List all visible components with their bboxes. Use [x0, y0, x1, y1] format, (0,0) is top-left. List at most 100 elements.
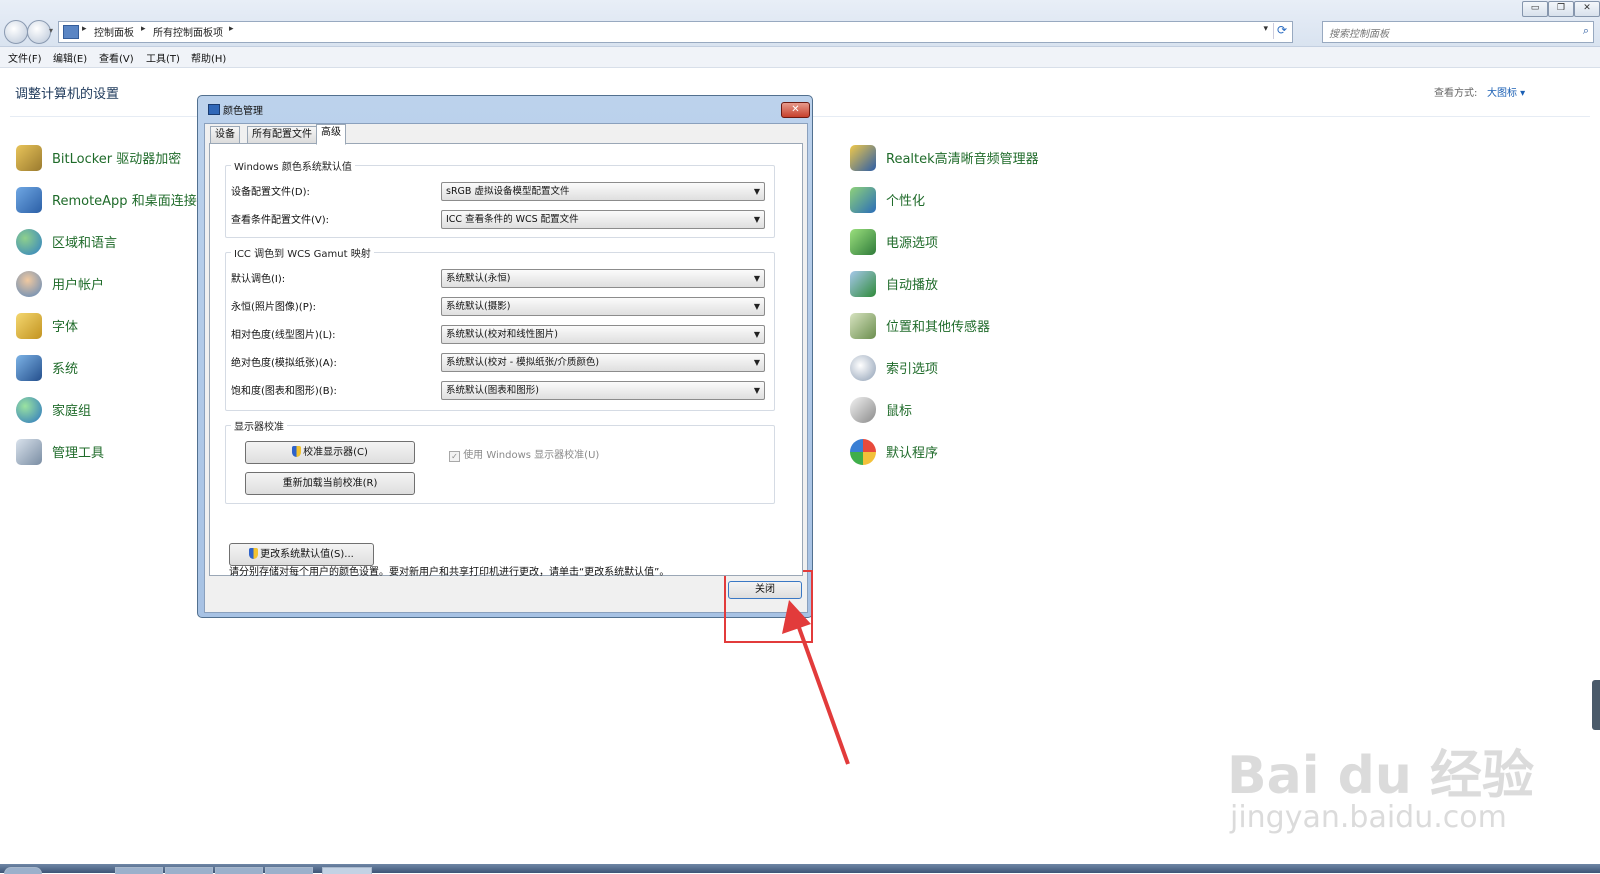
group-legend: Windows 颜色系统默认值	[234, 162, 352, 173]
cp-item-label[interactable]: BitLocker 驱动器加密	[52, 148, 181, 167]
default-programs-icon	[850, 439, 876, 465]
dropdown-arrow-icon: ▼	[753, 386, 760, 395]
menu-edit[interactable]: 编辑(E)	[53, 50, 87, 65]
viewing-conditions-label: 查看条件配置文件(V):	[231, 215, 330, 226]
uac-shield-icon	[292, 446, 302, 457]
cp-item-label[interactable]: 鼠标	[886, 400, 912, 419]
recent-pages-chevron-icon[interactable]: ▾	[49, 26, 53, 35]
dropdown-arrow-icon: ▼	[753, 215, 760, 224]
button-label: 重新加载当前校准(R)	[282, 478, 378, 489]
device-profile-label: 设备配置文件(D):	[231, 187, 310, 198]
calibrate-display-button[interactable]: 校准显示器(C)	[245, 441, 415, 464]
device-profile-value: sRGB 虚拟设备模型配置文件	[446, 186, 570, 197]
breadcrumb-control-panel[interactable]: 控制面板	[94, 24, 134, 39]
baidu-watermark-url: jingyan.baidu.com	[1230, 800, 1507, 835]
saturation-select[interactable]: 系统默认(图表和图形) ▼	[441, 381, 765, 400]
breadcrumb-separator-icon[interactable]: ▸	[82, 24, 87, 34]
cp-item-label[interactable]: 字体	[52, 316, 78, 335]
group-legend: 显示器校准	[234, 422, 284, 433]
realtek-audio-icon	[850, 145, 876, 171]
location-sensors-icon	[850, 313, 876, 339]
close-window-button[interactable]: ✕	[1574, 1, 1600, 17]
cp-item-label[interactable]: 系统	[52, 358, 78, 377]
dialog-close-icon[interactable]: ✕	[781, 102, 810, 118]
breadcrumb-separator-icon[interactable]: ▸	[141, 24, 146, 34]
power-options-icon	[850, 229, 876, 255]
viewing-conditions-value: ICC 查看条件的 WCS 配置文件	[446, 214, 579, 225]
gamut-row-label: 绝对色度(模拟纸张)(A):	[231, 358, 337, 369]
windows-defaults-group: Windows 颜色系统默认值 设备配置文件(D): sRGB 虚拟设备模型配置…	[225, 158, 775, 238]
breadcrumb-separator-icon[interactable]: ▸	[229, 24, 234, 34]
admin-tools-icon	[16, 439, 42, 465]
address-dropdown-icon[interactable]: ▾	[1263, 24, 1268, 34]
dropdown-arrow-icon: ▼	[753, 330, 760, 339]
address-bar[interactable]: ▸ 控制面板 ▸ 所有控制面板项 ▸ ▾ ⟳	[58, 21, 1293, 43]
color-management-icon	[208, 104, 220, 115]
gamut-mapping-group: ICC 调色到 WCS Gamut 映射 默认调色(I): 系统默认(永恒) ▼…	[225, 245, 775, 411]
user-accounts-icon	[16, 271, 42, 297]
mouse-icon	[850, 397, 876, 423]
tab-all-profiles[interactable]: 所有配置文件	[247, 126, 317, 144]
back-button[interactable]	[4, 20, 28, 44]
forward-button[interactable]	[27, 20, 51, 44]
device-profile-select[interactable]: sRGB 虚拟设备模型配置文件 ▼	[441, 182, 765, 201]
page-title: 调整计算机的设置	[15, 87, 120, 102]
cp-item-label[interactable]: 用户帐户	[52, 274, 104, 293]
cp-item-label[interactable]: 默认程序	[886, 442, 938, 461]
system-computer-icon	[16, 355, 42, 381]
maximize-button[interactable]: ❐	[1548, 1, 1574, 17]
dropdown-arrow-icon: ▼	[753, 358, 760, 367]
tab-advanced[interactable]: 高级	[316, 124, 346, 145]
gamut-row-label: 默认调色(I):	[231, 274, 286, 285]
cp-item-label[interactable]: 管理工具	[52, 442, 104, 461]
view-by-dropdown[interactable]: 大图标 ▾	[1487, 84, 1525, 99]
annotation-arrow	[782, 600, 850, 765]
viewing-conditions-select[interactable]: ICC 查看条件的 WCS 配置文件 ▼	[441, 210, 765, 229]
cp-item-label[interactable]: Realtek高清晰音频管理器	[886, 148, 1039, 167]
search-icon[interactable]: ⌕	[1583, 24, 1589, 38]
menu-file[interactable]: 文件(F)	[8, 50, 42, 65]
search-box[interactable]: ⌕	[1322, 21, 1594, 44]
menu-view[interactable]: 查看(V)	[99, 50, 134, 65]
change-system-defaults-button[interactable]: 更改系统默认值(S)...	[229, 543, 374, 566]
side-gadget-handle[interactable]	[1592, 680, 1600, 730]
dropdown-arrow-icon: ▼	[753, 187, 760, 196]
cp-item-label[interactable]: 自动播放	[886, 274, 938, 293]
use-windows-calibration-checkbox[interactable]: ✓ 使用 Windows 显示器校准(U)	[449, 446, 599, 462]
dialog-client-area: 设备 所有配置文件 高级 Windows 颜色系统默认值 设备配置文件(D): …	[204, 123, 808, 613]
annotation-arrow-shaft	[795, 621, 850, 765]
menu-help[interactable]: 帮助(H)	[191, 50, 226, 65]
gamut-row-value: 系统默认(图表和图形)	[446, 385, 539, 396]
perceptual-select[interactable]: 系统默认(摄影) ▼	[441, 297, 765, 316]
color-management-dialog: 颜色管理 ✕ 设备 所有配置文件 高级 Windows 颜色系统默认值 设备配置…	[197, 95, 813, 618]
uac-shield-icon	[249, 548, 259, 559]
autoplay-icon	[850, 271, 876, 297]
default-rendering-select[interactable]: 系统默认(永恒) ▼	[441, 269, 765, 288]
minimize-button[interactable]: ▭	[1522, 1, 1548, 17]
tab-devices[interactable]: 设备	[210, 126, 240, 144]
cp-item-label[interactable]: RemoteApp 和桌面连接	[52, 190, 197, 209]
advanced-tab-panel: Windows 颜色系统默认值 设备配置文件(D): sRGB 虚拟设备模型配置…	[209, 143, 803, 578]
gamut-row-label: 饱和度(图表和图形)(B):	[231, 386, 337, 397]
button-label: 更改系统默认值(S)...	[260, 549, 354, 560]
absolute-colorimetric-select[interactable]: 系统默认(校对 - 模拟纸张/介质颜色) ▼	[441, 353, 765, 372]
gamut-row-label: 相对色度(线型图片)(L):	[231, 330, 336, 341]
reload-calibration-button[interactable]: 重新加载当前校准(R)	[245, 472, 415, 495]
breadcrumb-all-items[interactable]: 所有控制面板项	[153, 24, 223, 39]
search-input[interactable]	[1323, 25, 1565, 44]
cp-item-label[interactable]: 电源选项	[886, 232, 938, 251]
refresh-icon[interactable]: ⟳	[1273, 23, 1290, 39]
cp-item-label[interactable]: 家庭组	[52, 400, 91, 419]
cp-item-label[interactable]: 位置和其他传感器	[886, 316, 990, 335]
menu-bar: 文件(F) 编辑(E) 查看(V) 工具(T) 帮助(H)	[0, 47, 1600, 68]
explorer-title-bar: ▾ ▸ 控制面板 ▸ 所有控制面板项 ▸ ▾ ⟳ ⌕ ▭ ❐ ✕	[0, 0, 1600, 47]
dropdown-arrow-icon: ▼	[753, 274, 760, 283]
cp-item-label[interactable]: 索引选项	[886, 358, 938, 377]
cp-item-label[interactable]: 区域和语言	[52, 232, 117, 251]
personalization-icon	[850, 187, 876, 213]
relative-colorimetric-select[interactable]: 系统默认(校对和线性图片) ▼	[441, 325, 765, 344]
cp-item-label[interactable]: 个性化	[886, 190, 925, 209]
menu-tools[interactable]: 工具(T)	[146, 50, 180, 65]
homegroup-icon	[16, 397, 42, 423]
view-by-label: 查看方式:	[1434, 88, 1478, 99]
